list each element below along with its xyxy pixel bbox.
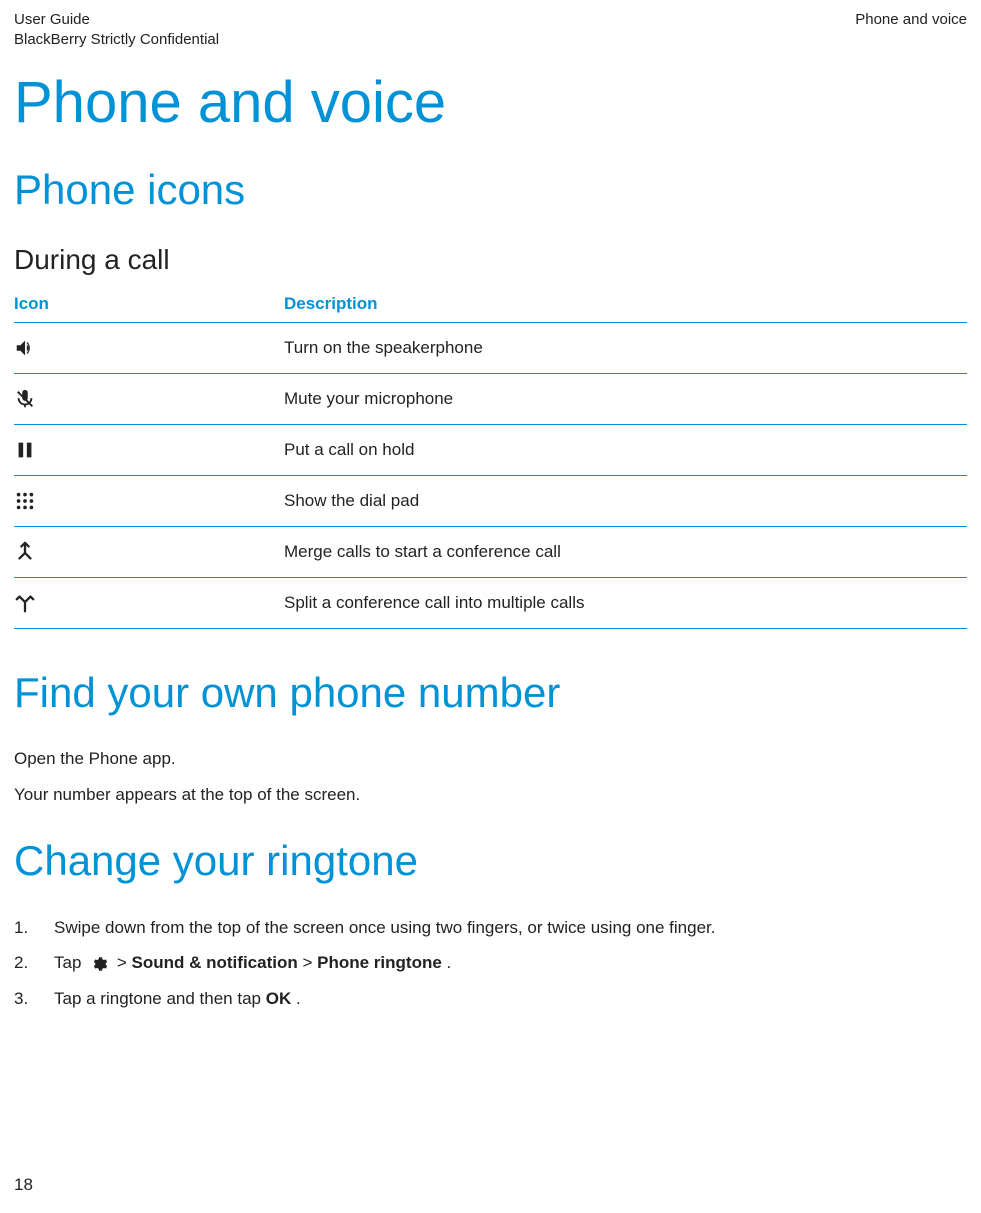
table-row: Show the dial pad	[14, 476, 967, 527]
step-2-suffix: .	[447, 953, 452, 972]
table-cell-desc: Split a conference call into multiple ca…	[284, 578, 967, 629]
page-header: User Guide BlackBerry Strictly Confident…	[14, 10, 967, 49]
step-2-bold1: Sound & notification	[132, 953, 298, 972]
hold-icon	[14, 425, 284, 476]
steps-list: Swipe down from the top of the screen on…	[14, 915, 967, 1012]
step-3: Tap a ringtone and then tap OK .	[14, 986, 967, 1012]
step-1: Swipe down from the top of the screen on…	[14, 915, 967, 941]
step-2-bold2: Phone ringtone	[317, 953, 442, 972]
subsection-during-call: During a call	[14, 244, 967, 276]
header-left-line2: BlackBerry Strictly Confidential	[14, 30, 219, 50]
table-header-desc: Description	[284, 286, 967, 323]
table-cell-desc: Merge calls to start a conference call	[284, 527, 967, 578]
step-3-suffix: .	[296, 989, 301, 1008]
header-right-line1: Phone and voice	[855, 10, 967, 30]
step-2-mid1: >	[117, 953, 132, 972]
table-row: Mute your microphone	[14, 374, 967, 425]
table-header-icon: Icon	[14, 286, 284, 323]
gear-icon	[90, 955, 108, 973]
header-right: Phone and voice	[855, 10, 967, 49]
page-title: Phone and voice	[14, 69, 967, 136]
table-cell-desc: Show the dial pad	[284, 476, 967, 527]
table-row: Put a call on hold	[14, 425, 967, 476]
step-1-text: Swipe down from the top of the screen on…	[54, 918, 715, 937]
table-cell-desc: Mute your microphone	[284, 374, 967, 425]
step-3-prefix: Tap a ringtone and then tap	[54, 989, 266, 1008]
table-row: Turn on the speakerphone	[14, 323, 967, 374]
dialpad-icon	[14, 476, 284, 527]
step-3-bold: OK	[266, 989, 292, 1008]
split-icon	[14, 578, 284, 629]
step-2: Tap > Sound & notification > Phone ringt…	[14, 950, 967, 976]
find-number-p1: Open the Phone app.	[14, 747, 967, 771]
section-phone-icons: Phone icons	[14, 166, 967, 214]
header-left-line1: User Guide	[14, 10, 219, 30]
find-number-p2: Your number appears at the top of the sc…	[14, 783, 967, 807]
mute-icon	[14, 374, 284, 425]
table-row: Merge calls to start a conference call	[14, 527, 967, 578]
header-left: User Guide BlackBerry Strictly Confident…	[14, 10, 219, 49]
step-2-prefix: Tap	[54, 953, 86, 972]
speaker-icon	[14, 323, 284, 374]
table-cell-desc: Put a call on hold	[284, 425, 967, 476]
merge-icon	[14, 527, 284, 578]
section-change-ringtone: Change your ringtone	[14, 837, 967, 885]
icon-table: Icon Description Turn on the speakerphon…	[14, 286, 967, 629]
page-number: 18	[14, 1175, 33, 1195]
section-find-number: Find your own phone number	[14, 669, 967, 717]
step-2-mid2: >	[302, 953, 317, 972]
table-cell-desc: Turn on the speakerphone	[284, 323, 967, 374]
table-row: Split a conference call into multiple ca…	[14, 578, 967, 629]
